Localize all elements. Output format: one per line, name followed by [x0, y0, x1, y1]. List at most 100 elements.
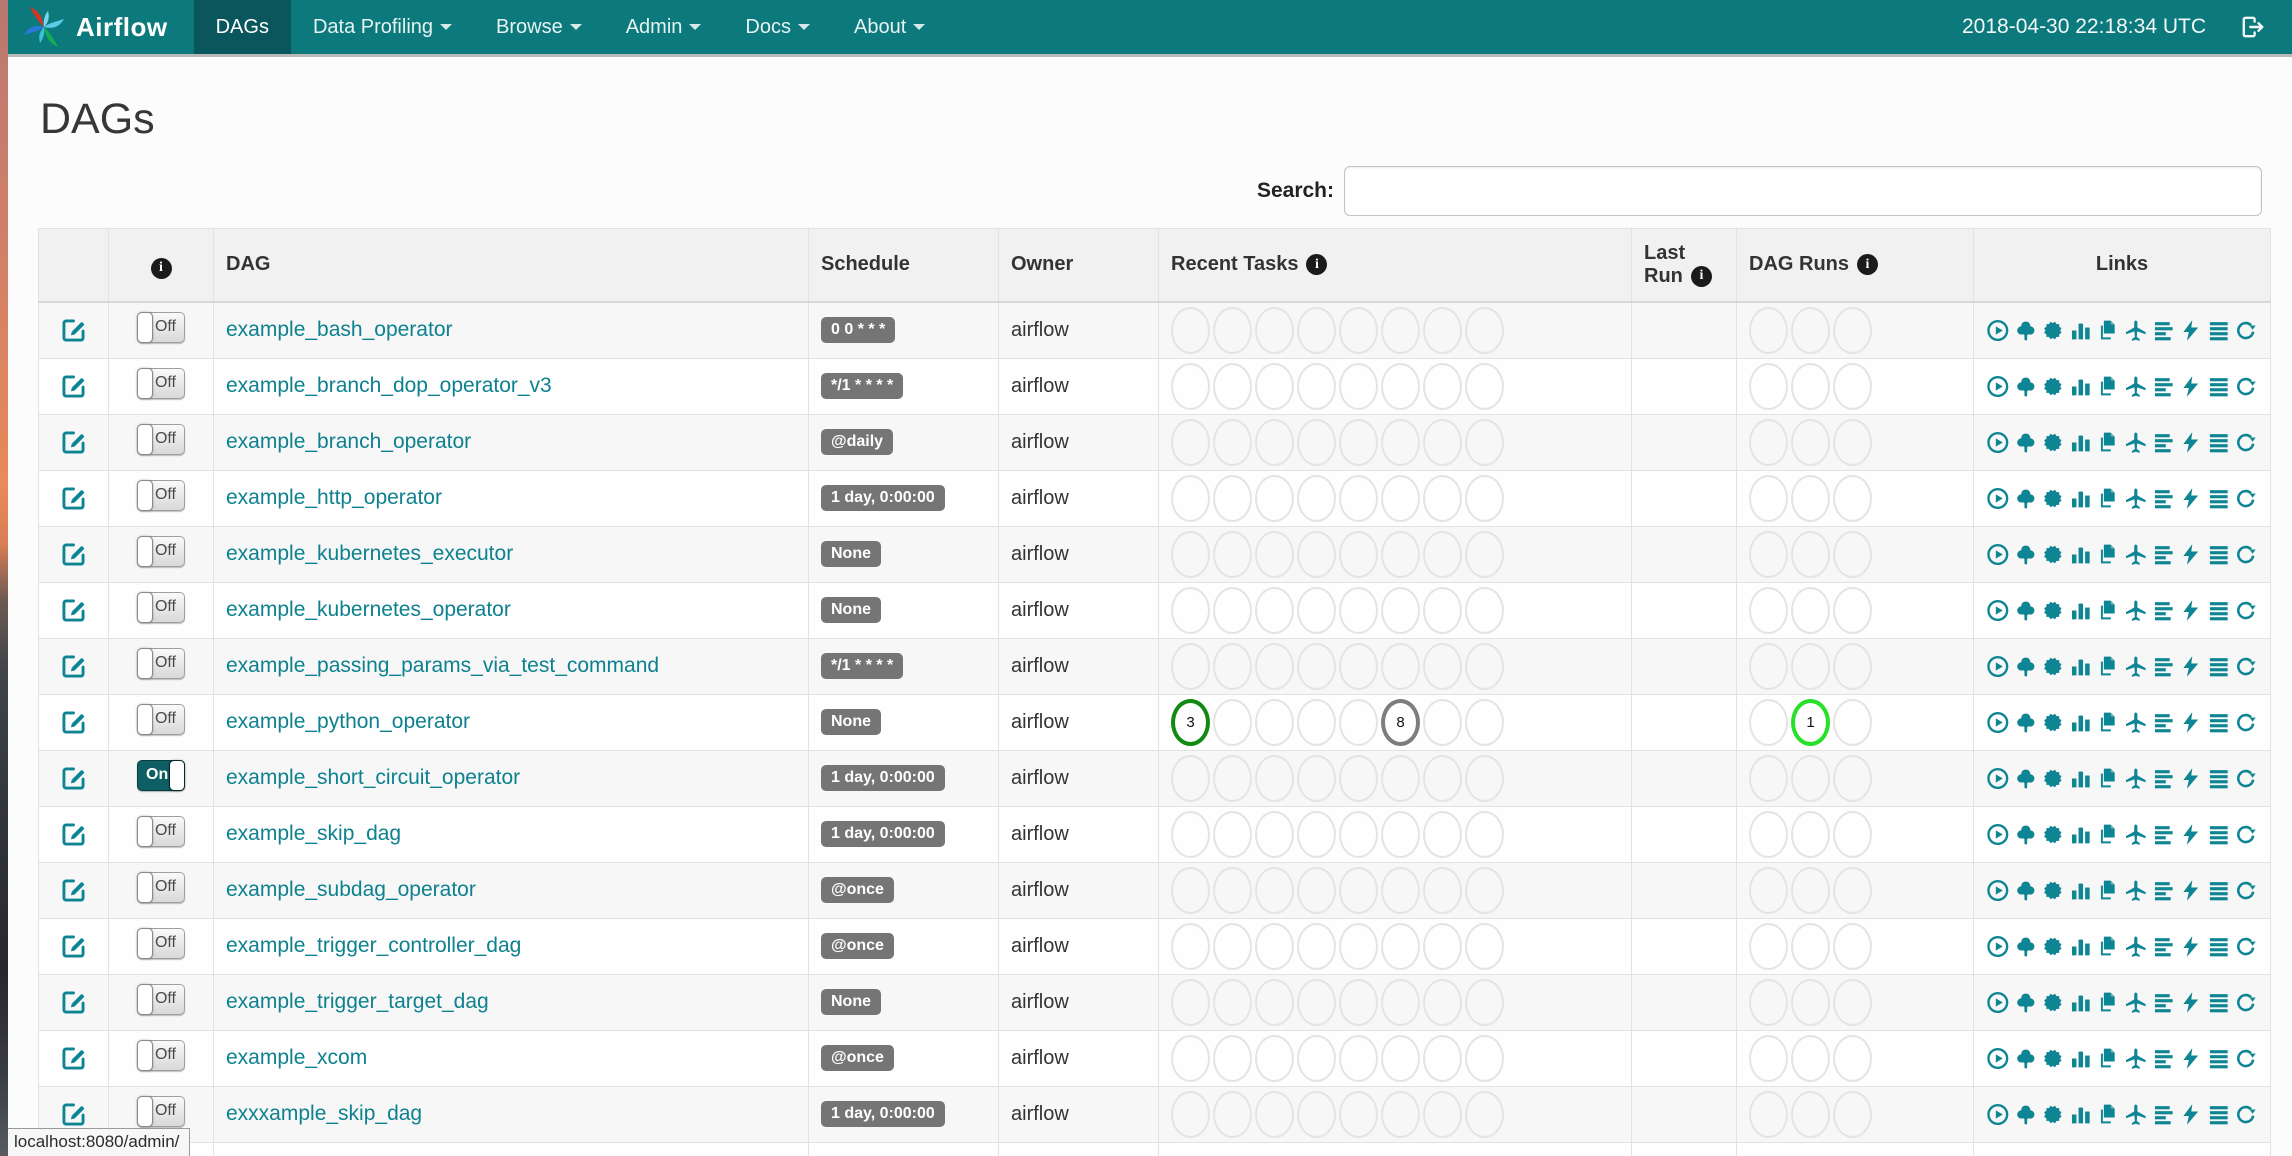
link-gantt-icon[interactable] — [2152, 990, 2176, 1015]
task-state-circle[interactable] — [1381, 418, 1420, 466]
task-state-circle[interactable] — [1297, 978, 1336, 1026]
task-state-circle[interactable] — [1381, 866, 1420, 914]
task-state-circle[interactable] — [1213, 922, 1252, 970]
link-tree-view-icon[interactable] — [2014, 374, 2038, 399]
edit-dag-icon[interactable] — [60, 541, 87, 568]
link-graph-view-icon[interactable] — [2041, 598, 2065, 623]
link-logs-icon[interactable] — [2207, 654, 2231, 679]
schedule-badge[interactable]: @once — [821, 933, 894, 959]
link-tree-view-icon[interactable] — [2014, 430, 2038, 455]
task-state-circle[interactable] — [1213, 810, 1252, 858]
task-state-circle[interactable] — [1297, 922, 1336, 970]
task-state-circle[interactable] — [1465, 1090, 1504, 1138]
info-icon[interactable]: i — [150, 257, 172, 279]
dag-pause-toggle[interactable]: Off — [137, 367, 185, 399]
link-landing-times-icon[interactable] — [2124, 430, 2148, 455]
task-state-circle[interactable] — [1749, 978, 1788, 1026]
link-tree-view-icon[interactable] — [2014, 654, 2038, 679]
edit-dag-icon[interactable] — [60, 709, 87, 736]
task-state-circle[interactable] — [1465, 810, 1504, 858]
header-dag-runs[interactable]: DAG Runs i — [1736, 228, 1974, 303]
nav-item-docs[interactable]: Docs — [723, 0, 832, 54]
task-state-circle[interactable] — [1381, 642, 1420, 690]
link-refresh-icon[interactable] — [2234, 486, 2258, 511]
link-graph-view-icon[interactable] — [2041, 878, 2065, 903]
task-state-circle[interactable] — [1255, 474, 1294, 522]
task-state-circle[interactable] — [1833, 754, 1872, 802]
task-state-circle[interactable] — [1791, 1034, 1830, 1082]
task-state-circle[interactable]: 8 — [1381, 698, 1420, 746]
task-state-circle[interactable] — [1255, 978, 1294, 1026]
task-state-circle[interactable] — [1423, 362, 1462, 410]
search-input[interactable] — [1344, 166, 2262, 216]
task-state-circle[interactable] — [1381, 1034, 1420, 1082]
link-task-duration-icon[interactable] — [2069, 934, 2093, 959]
link-gantt-icon[interactable] — [2152, 598, 2176, 623]
task-state-circle[interactable] — [1213, 306, 1252, 354]
edit-dag-icon[interactable] — [60, 1101, 87, 1128]
edit-dag-icon[interactable] — [60, 485, 87, 512]
task-state-circle[interactable] — [1833, 698, 1872, 746]
link-task-tries-icon[interactable] — [2096, 822, 2120, 847]
task-state-circle[interactable] — [1171, 418, 1210, 466]
link-refresh-icon[interactable] — [2234, 542, 2258, 567]
dag-name-link[interactable]: example_trigger_controller_dag — [226, 934, 521, 957]
link-task-tries-icon[interactable] — [2096, 374, 2120, 399]
task-state-circle[interactable] — [1749, 306, 1788, 354]
task-state-circle[interactable] — [1255, 418, 1294, 466]
task-state-circle[interactable] — [1423, 754, 1462, 802]
task-state-circle[interactable] — [1213, 978, 1252, 1026]
task-state-circle[interactable] — [1339, 642, 1378, 690]
dag-name-link[interactable]: example_passing_params_via_test_command — [226, 654, 659, 677]
task-state-circle[interactable] — [1423, 1034, 1462, 1082]
task-state-circle[interactable] — [1171, 754, 1210, 802]
task-state-circle[interactable] — [1791, 1090, 1830, 1138]
task-state-circle[interactable] — [1297, 1034, 1336, 1082]
task-state-circle[interactable] — [1423, 698, 1462, 746]
dag-pause-toggle[interactable]: Off — [137, 311, 185, 343]
task-state-circle[interactable] — [1423, 586, 1462, 634]
task-state-circle[interactable] — [1381, 530, 1420, 578]
task-state-circle[interactable] — [1339, 810, 1378, 858]
edit-dag-icon[interactable] — [60, 989, 87, 1016]
link-trigger-dag-icon[interactable] — [1986, 486, 2010, 511]
task-state-circle[interactable] — [1749, 586, 1788, 634]
dag-name-link[interactable]: example_short_circuit_operator — [226, 766, 520, 789]
task-state-circle[interactable] — [1297, 866, 1336, 914]
link-landing-times-icon[interactable] — [2124, 1102, 2148, 1127]
link-task-duration-icon[interactable] — [2069, 318, 2093, 343]
link-landing-times-icon[interactable] — [2124, 822, 2148, 847]
task-state-circle[interactable] — [1791, 586, 1830, 634]
task-state-circle[interactable] — [1833, 642, 1872, 690]
task-state-circle[interactable] — [1465, 642, 1504, 690]
task-state-circle[interactable] — [1381, 810, 1420, 858]
task-state-circle[interactable] — [1833, 1090, 1872, 1138]
dag-name-link[interactable]: example_branch_dop_operator_v3 — [226, 374, 552, 397]
info-icon[interactable]: i — [1857, 254, 1878, 276]
link-graph-view-icon[interactable] — [2041, 374, 2065, 399]
schedule-badge[interactable]: 1 day, 0:00:00 — [821, 821, 945, 847]
task-state-circle[interactable] — [1423, 418, 1462, 466]
task-state-circle[interactable] — [1833, 418, 1872, 466]
link-task-duration-icon[interactable] — [2069, 990, 2093, 1015]
task-state-circle[interactable] — [1339, 362, 1378, 410]
task-state-circle[interactable] — [1749, 866, 1788, 914]
task-state-circle[interactable] — [1465, 362, 1504, 410]
link-task-tries-icon[interactable] — [2096, 1102, 2120, 1127]
link-task-duration-icon[interactable] — [2069, 654, 2093, 679]
task-state-circle[interactable] — [1213, 642, 1252, 690]
task-state-circle[interactable] — [1423, 474, 1462, 522]
task-state-circle[interactable] — [1791, 418, 1830, 466]
link-gantt-icon[interactable] — [2152, 542, 2176, 567]
link-task-duration-icon[interactable] — [2069, 486, 2093, 511]
task-state-circle[interactable] — [1791, 978, 1830, 1026]
task-state-circle[interactable] — [1749, 1034, 1788, 1082]
link-tree-view-icon[interactable] — [2014, 990, 2038, 1015]
task-state-circle[interactable] — [1791, 306, 1830, 354]
dag-name-link[interactable]: example_kubernetes_executor — [226, 542, 513, 565]
task-state-circle[interactable] — [1339, 978, 1378, 1026]
link-logs-icon[interactable] — [2207, 486, 2231, 511]
edit-dag-icon[interactable] — [60, 373, 87, 400]
task-state-circle[interactable] — [1423, 922, 1462, 970]
task-state-circle[interactable] — [1171, 922, 1210, 970]
